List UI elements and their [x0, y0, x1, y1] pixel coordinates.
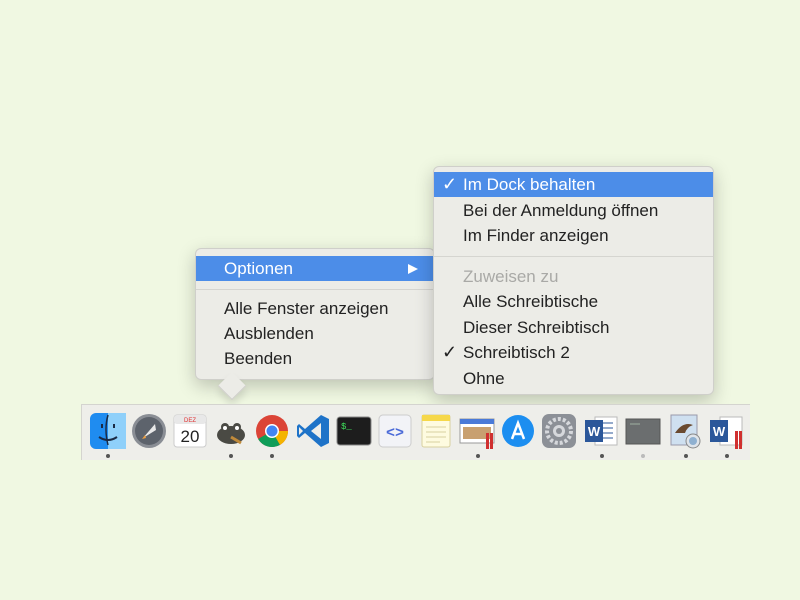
submenu-header-assign: Zuweisen zu — [434, 264, 713, 289]
submenu-arrow-icon — [408, 264, 418, 274]
chrome-icon[interactable] — [252, 411, 292, 451]
running-indicator — [229, 454, 233, 458]
menu-item-quit[interactable]: Beenden — [196, 346, 434, 371]
checkmark-icon: ✓ — [442, 342, 458, 362]
submenu-item-open-at-login[interactable]: Bei der Anmeldung öffnen — [434, 198, 713, 223]
finder-icon[interactable] — [88, 411, 128, 451]
running-indicator — [270, 454, 274, 458]
submenu-item-label: Im Dock behalten — [463, 175, 596, 194]
system-preferences-icon[interactable] — [539, 411, 579, 451]
running-indicator — [476, 454, 480, 458]
calendar-day: 20 — [181, 427, 200, 446]
app-store-icon[interactable] — [498, 411, 538, 451]
xcode-glyph: <> — [386, 425, 404, 442]
submenu-item-label: Im Finder anzeigen — [463, 226, 609, 245]
terminal-icon[interactable]: $_ — [334, 411, 374, 451]
options-submenu: ✓ Im Dock behalten Bei der Anmeldung öff… — [433, 166, 714, 395]
submenu-item-label: Alle Schreibtische — [463, 292, 599, 311]
submenu-item-label: Dieser Schreibtisch — [463, 318, 610, 337]
menu-item-options[interactable]: Optionen — [196, 256, 434, 281]
submenu-item-label: Bei der Anmeldung öffnen — [463, 201, 659, 220]
submenu-item-keep-in-dock[interactable]: ✓ Im Dock behalten — [434, 172, 713, 197]
submenu-item-desktop-2[interactable]: ✓ Schreibtisch 2 — [434, 340, 713, 365]
submenu-item-none[interactable]: Ohne — [434, 366, 713, 391]
checkmark-icon: ✓ — [442, 174, 458, 194]
word-letter: W — [713, 424, 726, 439]
menu-item-label: Beenden — [224, 349, 293, 368]
launchpad-icon[interactable] — [129, 411, 169, 451]
word-icon[interactable]: W — [581, 411, 621, 451]
submenu-item-this-desktop[interactable]: Dieser Schreibtisch — [434, 315, 713, 340]
dock: DEZ 20 $_ <> W W — [81, 404, 750, 460]
console-icon[interactable] — [623, 411, 663, 451]
submenu-item-label: Schreibtisch 2 — [463, 343, 570, 362]
preview-icon[interactable] — [457, 411, 497, 451]
submenu-item-show-in-finder[interactable]: Im Finder anzeigen — [434, 223, 713, 248]
running-indicator — [684, 454, 688, 458]
menu-item-hide[interactable]: Ausblenden — [196, 321, 434, 346]
vscode-icon[interactable] — [293, 411, 333, 451]
gimp-icon[interactable] — [211, 411, 251, 451]
calendar-month: DEZ — [184, 418, 196, 424]
running-indicator — [106, 454, 110, 458]
terminal-prompt: $_ — [341, 422, 352, 432]
running-indicator — [641, 454, 645, 458]
running-indicator — [600, 454, 604, 458]
submenu-item-label: Ohne — [463, 369, 505, 388]
running-indicator — [725, 454, 729, 458]
word-document-icon[interactable]: W — [706, 411, 746, 451]
dock-context-menu: Optionen Alle Fenster anzeigen Ausblende… — [195, 248, 435, 380]
menu-item-options-label: Optionen — [224, 259, 293, 278]
menu-separator — [434, 256, 713, 257]
menu-item-label: Ausblenden — [224, 324, 314, 343]
notes-icon[interactable] — [416, 411, 456, 451]
submenu-item-label: Zuweisen zu — [463, 267, 559, 286]
calendar-icon[interactable]: DEZ 20 — [170, 411, 210, 451]
menu-item-label: Alle Fenster anzeigen — [224, 299, 389, 318]
xcode-icon[interactable]: <> — [375, 411, 415, 451]
menu-separator — [196, 289, 434, 290]
menu-item-show-all-windows[interactable]: Alle Fenster anzeigen — [196, 296, 434, 321]
submenu-item-all-desktops[interactable]: Alle Schreibtische — [434, 289, 713, 314]
word-letter: W — [588, 424, 601, 439]
preview-eagle-icon[interactable] — [665, 411, 705, 451]
